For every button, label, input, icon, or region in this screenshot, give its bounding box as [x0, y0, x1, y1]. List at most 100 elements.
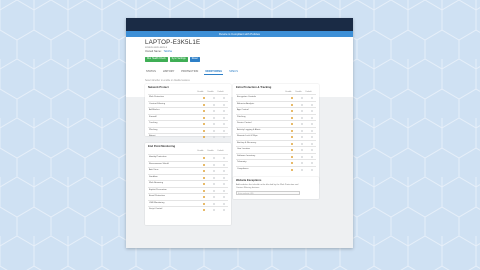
column-default: Default: [305, 91, 312, 93]
disable-radio[interactable]: [212, 129, 215, 132]
disable-radio[interactable]: [212, 116, 215, 119]
disable-radio[interactable]: [300, 168, 303, 171]
run-health-check-button[interactable]: Run Health Check: [145, 57, 168, 62]
default-radio[interactable]: [222, 103, 225, 106]
default-radio[interactable]: [222, 123, 225, 125]
default-radio[interactable]: [222, 209, 225, 211]
default-radio[interactable]: [310, 123, 313, 125]
enable-radio[interactable]: [202, 116, 205, 119]
enable-radio[interactable]: [202, 163, 205, 166]
enable-radio[interactable]: [290, 149, 293, 151]
website-url-input[interactable]: Enter website URL: [236, 191, 300, 195]
disable-radio[interactable]: [300, 142, 303, 145]
disable-radio[interactable]: [212, 170, 215, 172]
disable-radio[interactable]: [300, 149, 303, 151]
enable-radio[interactable]: [202, 196, 205, 198]
default-radio[interactable]: [222, 176, 225, 179]
disable-radio[interactable]: [300, 136, 303, 138]
default-radio[interactable]: [310, 149, 313, 151]
enable-radio[interactable]: [202, 97, 205, 99]
enable-radio[interactable]: [202, 103, 205, 106]
enable-radio[interactable]: [202, 157, 205, 159]
enable-radio[interactable]: [202, 189, 205, 192]
disable-radio[interactable]: [212, 97, 215, 99]
enable-radio[interactable]: [290, 110, 293, 112]
default-radio[interactable]: [310, 110, 313, 112]
enable-radio[interactable]: [290, 97, 293, 99]
enable-radio[interactable]: [202, 110, 205, 112]
default-radio[interactable]: [310, 129, 313, 132]
disable-radio[interactable]: [300, 97, 303, 99]
default-radio[interactable]: [310, 103, 313, 106]
top-navigation-bar: [126, 18, 353, 31]
default-radio[interactable]: [222, 97, 225, 99]
disable-radio[interactable]: [212, 183, 215, 185]
enable-radio[interactable]: [202, 202, 205, 205]
disable-radio[interactable]: [212, 209, 215, 211]
tab-protection[interactable]: PROTECTION: [180, 69, 199, 75]
tab-monitoring[interactable]: MONITORING: [204, 69, 224, 75]
default-radio[interactable]: [310, 162, 313, 164]
tab-specs[interactable]: SPECS: [228, 69, 239, 75]
default-radio[interactable]: [310, 97, 313, 99]
enable-radio[interactable]: [290, 142, 293, 145]
enable-radio[interactable]: [202, 183, 205, 185]
column-enable: Enable: [197, 150, 204, 152]
enable-radio[interactable]: [202, 209, 205, 211]
default-radio[interactable]: [222, 157, 225, 159]
default-radio[interactable]: [310, 142, 313, 145]
enable-radio[interactable]: [202, 170, 205, 172]
enable-radio[interactable]: [290, 168, 293, 171]
enable-radio[interactable]: [290, 123, 293, 125]
tab-status[interactable]: STATUS: [145, 69, 157, 75]
sync-settings-button[interactable]: Sync Settings: [169, 57, 188, 62]
tab-history[interactable]: HISTORY: [162, 69, 175, 75]
enable-radio[interactable]: [202, 129, 205, 132]
default-radio[interactable]: [310, 136, 313, 138]
default-radio[interactable]: [222, 202, 225, 205]
enable-radio[interactable]: [290, 116, 293, 119]
default-radio[interactable]: [310, 155, 313, 158]
default-radio[interactable]: [222, 189, 225, 192]
disable-radio[interactable]: [300, 116, 303, 119]
disable-radio[interactable]: [300, 103, 303, 106]
disable-radio[interactable]: [212, 110, 215, 112]
disable-radio[interactable]: [212, 157, 215, 159]
disable-radio[interactable]: [300, 155, 303, 158]
disable-radio[interactable]: [300, 162, 303, 164]
default-radio[interactable]: [222, 183, 225, 185]
disable-radio[interactable]: [212, 196, 215, 198]
enable-radio[interactable]: [202, 136, 205, 138]
setting-label: App Control: [237, 109, 249, 112]
default-radio[interactable]: [222, 110, 225, 112]
owner-value[interactable]: Tabitha: [164, 50, 172, 53]
disable-radio[interactable]: [300, 110, 303, 112]
enable-radio[interactable]: [290, 155, 293, 158]
default-radio[interactable]: [222, 163, 225, 166]
enable-radio[interactable]: [290, 136, 293, 138]
default-radio[interactable]: [310, 116, 313, 119]
enable-radio[interactable]: [290, 103, 293, 106]
disable-radio[interactable]: [212, 136, 215, 138]
default-radio[interactable]: [222, 170, 225, 172]
default-radio[interactable]: [310, 168, 313, 171]
website-exceptions-panel: Website Exceptions Add websites that sho…: [233, 177, 319, 199]
disable-radio[interactable]: [300, 123, 303, 125]
disable-radio[interactable]: [300, 129, 303, 132]
setting-label: Ad Blocker: [149, 109, 160, 112]
default-radio[interactable]: [222, 196, 225, 198]
default-radio[interactable]: [222, 129, 225, 132]
disable-radio[interactable]: [212, 163, 215, 166]
default-radio[interactable]: [222, 136, 225, 138]
disable-radio[interactable]: [212, 202, 215, 205]
enable-radio[interactable]: [202, 176, 205, 179]
default-radio[interactable]: [222, 116, 225, 119]
disable-radio[interactable]: [212, 176, 215, 179]
disable-radio[interactable]: [212, 123, 215, 125]
reset-button[interactable]: Reset: [189, 57, 200, 62]
enable-radio[interactable]: [290, 129, 293, 132]
enable-radio[interactable]: [290, 162, 293, 164]
disable-radio[interactable]: [212, 103, 215, 106]
disable-radio[interactable]: [212, 189, 215, 192]
enable-radio[interactable]: [202, 123, 205, 125]
